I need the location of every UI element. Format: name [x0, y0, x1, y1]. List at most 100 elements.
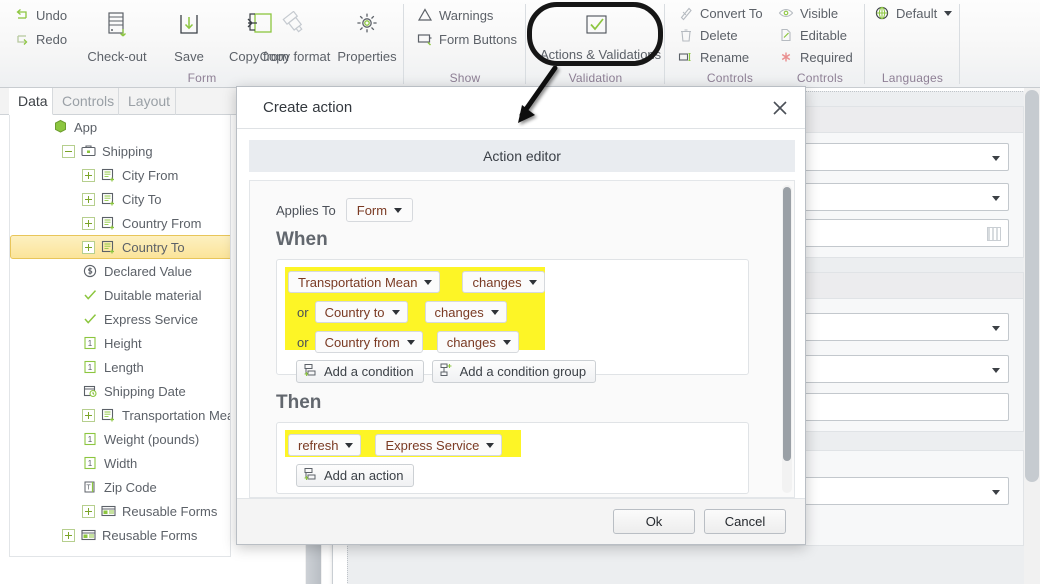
application-window: Undo Redo Check-out Save Copy from Copy … — [0, 0, 1040, 584]
add-condition-group-icon — [440, 363, 454, 380]
condition-operator-dropdown-3[interactable]: changes — [436, 331, 519, 353]
action-row-1: refresh Express Service — [288, 434, 503, 456]
tree-item-reusable-forms-child[interactable]: Reusable Forms — [10, 499, 230, 523]
tree-item-length[interactable]: 1 Length — [10, 355, 230, 379]
tab-controls[interactable]: Controls — [53, 88, 119, 115]
tree-item-country-from[interactable]: Country From — [10, 211, 230, 235]
tree-item-weight[interactable]: 1 Weight (pounds) — [10, 427, 230, 451]
reference-icon — [100, 191, 117, 207]
tree-item-label: Transportation Mean — [122, 407, 231, 423]
svg-text:1: 1 — [88, 363, 93, 372]
dialog-title: Create action — [263, 99, 353, 116]
chevron-down-icon — [528, 279, 537, 285]
add-a-condition-group-button[interactable]: Add a condition group — [431, 360, 597, 383]
form-buttons-label: Form Buttons — [439, 31, 518, 47]
tree-item-shipping[interactable]: Shipping — [10, 139, 230, 163]
svg-text:T: T — [86, 485, 91, 492]
tree-item-reusable-forms-root[interactable]: Reusable Forms — [10, 523, 230, 547]
expand-toggle-icon[interactable] — [62, 528, 75, 542]
condition-field-dropdown-1[interactable]: Transportation Mean — [288, 271, 441, 293]
editable-label: Editable — [800, 27, 847, 43]
undo-button[interactable]: Undo — [14, 7, 67, 23]
save-icon — [152, 8, 226, 48]
tree-item-country-to[interactable]: Country To — [10, 235, 230, 259]
condition-operator-dropdown-2[interactable]: changes — [424, 301, 507, 323]
delete-button[interactable]: Delete — [678, 27, 738, 43]
action-verb-value-1: refresh — [298, 437, 339, 453]
close-icon[interactable] — [767, 95, 793, 121]
expand-toggle-icon[interactable] — [82, 240, 95, 254]
action-editor-content: Applies To Form When Transportation Mean — [249, 180, 795, 498]
condition-row-1: Transportation Mean changes — [288, 271, 545, 293]
tree-item-city-from[interactable]: City From — [10, 163, 230, 187]
warning-triangle-icon — [417, 7, 433, 23]
expand-toggle-icon[interactable] — [82, 216, 95, 230]
left-panel-tabs: Data Controls Layout — [0, 88, 240, 115]
action-verb-dropdown-1[interactable]: refresh — [288, 434, 362, 456]
tab-layout[interactable]: Layout — [119, 88, 176, 115]
add-an-action-button[interactable]: Add an action — [296, 464, 414, 487]
reference-icon — [100, 215, 117, 231]
add-a-condition-button[interactable]: Add a condition — [296, 360, 424, 383]
default-language-button[interactable]: Default — [874, 5, 953, 21]
tree-item-transportation-mean[interactable]: Transportation Mean — [10, 403, 230, 427]
delete-label: Delete — [700, 27, 738, 43]
tree-item-height[interactable]: 1 Height — [10, 331, 230, 355]
expand-toggle-icon[interactable] — [82, 408, 95, 422]
create-action-dialog: Create action Action editor Applies To F… — [236, 86, 806, 545]
condition-row-2: or Country to changes — [288, 301, 507, 323]
tree-item-width[interactable]: 1 Width — [10, 451, 230, 475]
ok-button[interactable]: Ok — [613, 509, 695, 534]
tab-data[interactable]: Data — [9, 88, 53, 115]
tree-item-declared-value[interactable]: Declared Value — [10, 259, 230, 283]
condition-operator-dropdown-1[interactable]: changes — [462, 271, 545, 293]
asterisk-icon — [778, 49, 794, 65]
required-label: Required — [800, 49, 853, 65]
condition-field-dropdown-3[interactable]: Country from — [314, 331, 423, 353]
required-toggle[interactable]: Required — [778, 49, 853, 65]
tree-item-label: Express Service — [104, 311, 198, 327]
properties-button[interactable]: Properties — [330, 8, 404, 66]
tree-item-label: Reusable Forms — [122, 503, 218, 519]
designer-right-scrollbar-track[interactable] — [1024, 88, 1040, 584]
cancel-button[interactable]: Cancel — [704, 509, 786, 534]
warnings-button[interactable]: Warnings — [417, 7, 493, 23]
tree-item-shipping-date[interactable]: Shipping Date — [10, 379, 230, 403]
tree-item-app[interactable]: App — [10, 115, 230, 139]
reference-icon — [100, 239, 117, 255]
visible-toggle[interactable]: Visible — [778, 5, 838, 21]
dialog-footer: Ok Cancel — [237, 498, 805, 544]
designer-right-scrollbar-thumb[interactable] — [1025, 90, 1039, 482]
save-button[interactable]: Save — [152, 8, 226, 66]
check-out-button[interactable]: Check-out — [80, 8, 154, 66]
dialog-title-bar: Create action — [237, 87, 805, 129]
expand-toggle-icon[interactable] — [82, 192, 95, 206]
form-buttons-button[interactable]: Form Buttons — [417, 31, 517, 47]
dialog-content-scrollbar-thumb[interactable] — [783, 187, 791, 461]
collapse-toggle-icon[interactable] — [62, 144, 75, 158]
expand-toggle-icon[interactable] — [82, 504, 95, 518]
currency-icon — [82, 263, 99, 279]
tree-item-label: Shipping Date — [104, 383, 186, 399]
ribbon-group-label-languages: Languages — [881, 71, 944, 85]
when-buttons-row: Add a condition Add a condition group — [296, 360, 597, 383]
checkmark-box-icon — [540, 6, 652, 46]
form-icon — [100, 503, 117, 519]
tree-item-zip-code[interactable]: T Zip Code — [10, 475, 230, 499]
rename-button[interactable]: Rename — [678, 49, 749, 65]
action-target-dropdown-1[interactable]: Express Service — [375, 434, 503, 456]
copy-format-button[interactable]: Copy format — [258, 8, 332, 66]
add-action-icon — [304, 467, 318, 484]
tree-item-duitable-material[interactable]: Duitable material — [10, 283, 230, 307]
tree-item-city-to[interactable]: City To — [10, 187, 230, 211]
eye-icon — [778, 5, 794, 21]
convert-to-button[interactable]: Convert To — [678, 5, 763, 21]
redo-button[interactable]: Redo — [14, 31, 67, 47]
editable-toggle[interactable]: Editable — [778, 27, 847, 43]
expand-toggle-icon[interactable] — [82, 168, 95, 182]
condition-field-dropdown-2[interactable]: Country to — [314, 301, 408, 323]
properties-label: Properties — [337, 49, 397, 64]
actions-and-validations-button[interactable]: Actions & Validations — [540, 6, 661, 64]
applies-to-dropdown[interactable]: Form — [345, 198, 414, 222]
tree-item-express-service[interactable]: Express Service — [10, 307, 230, 331]
